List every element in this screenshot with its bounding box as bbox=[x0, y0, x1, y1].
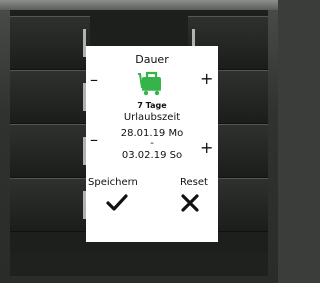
date-end: 03.02.19 So bbox=[121, 150, 183, 161]
rocker-left-4[interactable] bbox=[10, 178, 90, 232]
suitcase-icon bbox=[138, 71, 161, 96]
device-panel: Dauer – + 7 Tage Urlaubszeit – 28.01.19 … bbox=[0, 0, 278, 283]
device-bottom-bar bbox=[10, 252, 268, 276]
save-label: Speichern bbox=[88, 177, 138, 188]
date-increase-button[interactable]: + bbox=[200, 138, 213, 157]
cross-icon[interactable] bbox=[181, 194, 199, 212]
date-separator: - bbox=[150, 138, 154, 149]
rocker-left-2[interactable] bbox=[10, 70, 90, 124]
period-subtitle: Urlaubszeit bbox=[123, 112, 181, 123]
rocker-left-1[interactable] bbox=[10, 16, 90, 70]
duration-value: 7 Tage bbox=[137, 101, 167, 110]
screen-title: Dauer bbox=[135, 53, 169, 66]
duration-decrease-button[interactable]: – bbox=[90, 70, 98, 89]
rocker-left-3[interactable] bbox=[10, 124, 90, 178]
display-screen: Dauer – + 7 Tage Urlaubszeit – 28.01.19 … bbox=[86, 46, 218, 242]
check-icon[interactable] bbox=[106, 194, 128, 212]
reset-label: Reset bbox=[180, 177, 208, 188]
duration-increase-button[interactable]: + bbox=[200, 69, 213, 88]
device-rim bbox=[0, 0, 278, 10]
